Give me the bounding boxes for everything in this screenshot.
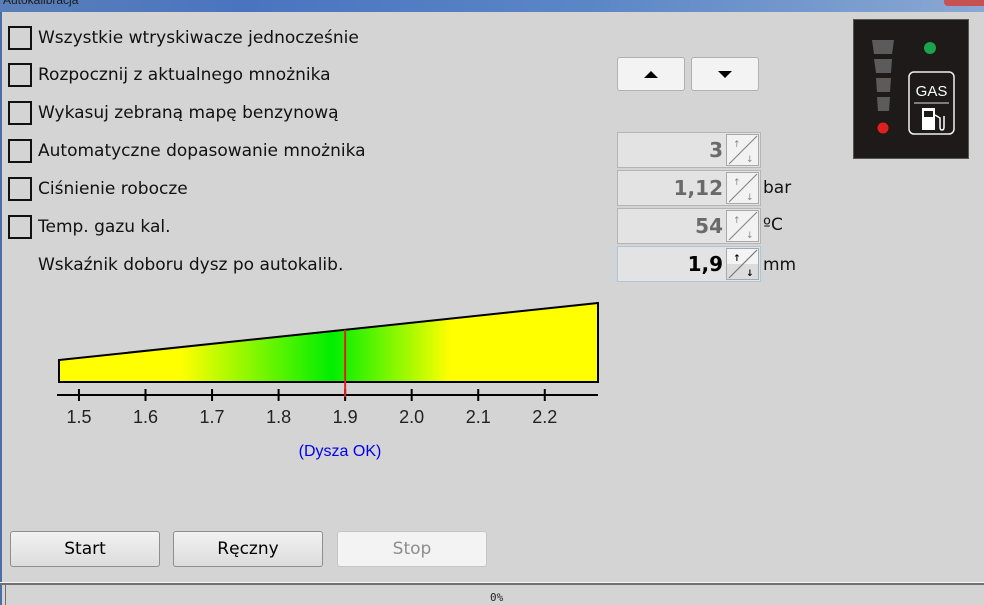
pressure-unit: bar (763, 178, 792, 198)
nozzle-value: 1,9 (687, 252, 723, 276)
gauge-wedge (58, 301, 599, 383)
stop-button[interactable]: Stop (337, 531, 487, 567)
manual-button[interactable]: Ręczny (173, 531, 323, 567)
gas-temp-unit: ºC (763, 215, 783, 235)
svg-text:↓: ↓ (746, 269, 754, 279)
multiplier-value: 3 (709, 138, 723, 162)
spin-arrows-icon: ↑ ↓ (728, 249, 758, 279)
pressure-value: 1,12 (673, 176, 723, 200)
spin-arrows-icon: ↑ ↓ (728, 211, 758, 241)
x-tick-label: 1.6 (133, 407, 158, 427)
level-segment (872, 40, 894, 54)
progress-label: 0% (490, 591, 504, 604)
level-segment (874, 59, 892, 73)
gas-temp-value: 54 (695, 214, 723, 238)
multiplier-spinner[interactable]: 3 ↑ ↓ (617, 132, 761, 168)
nozzle-spinner[interactable]: 1,9 ↑ ↓ (617, 246, 761, 282)
gas-temp-spinner[interactable]: 54 ↑ ↓ (617, 208, 761, 244)
x-tick-label: 2.0 (399, 407, 424, 427)
level-segment (876, 78, 891, 92)
pressure-spinner[interactable]: 1,12 ↑ ↓ (617, 170, 761, 206)
svg-text:↑: ↑ (733, 216, 741, 226)
level-segment (877, 97, 890, 111)
spinner-buttons[interactable]: ↑ ↓ (726, 248, 759, 280)
svg-text:↑: ↑ (733, 254, 741, 264)
svg-text:↑: ↑ (733, 178, 741, 188)
gas-panel-graphic: GAS (872, 40, 955, 135)
gas-label: GAS (916, 83, 948, 100)
spinner-buttons[interactable]: ↑ ↓ (726, 172, 759, 204)
status-led-icon (924, 42, 936, 54)
triangle-down-icon (718, 70, 732, 78)
close-button[interactable] (944, 0, 984, 6)
fuel-pump-icon (922, 108, 945, 131)
triangle-up-icon (644, 70, 658, 78)
spinner-buttons[interactable]: ↑ ↓ (726, 210, 759, 242)
x-tick-label: 1.5 (66, 407, 91, 427)
down-button[interactable] (691, 57, 759, 91)
spin-arrows-icon: ↑ ↓ (728, 173, 758, 203)
x-tick-label: 2.2 (532, 407, 557, 427)
nozzle-status-text: (Dysza OK) (299, 443, 382, 460)
up-button[interactable] (617, 57, 685, 91)
reserve-led-icon (877, 122, 889, 134)
spinner-buttons[interactable]: ↑ ↓ (726, 134, 759, 166)
x-tick-label: 2.1 (466, 407, 491, 427)
spin-arrows-icon: ↑ ↓ (728, 135, 758, 165)
svg-text:↓: ↓ (746, 155, 754, 165)
gas-indicator-panel: GAS (853, 19, 969, 159)
start-button[interactable]: Start (10, 531, 160, 567)
svg-text:↑: ↑ (733, 140, 741, 150)
x-tick-label: 1.9 (333, 407, 358, 427)
svg-text:↓: ↓ (746, 231, 754, 241)
progress-bar: 0% (5, 585, 984, 605)
nozzle-gauge-chart: 1.5 1.6 1.7 1.8 1.9 2.0 2.1 2.2 (Dysza OK) (57, 301, 599, 460)
nozzle-unit: mm (763, 255, 797, 275)
x-tick-label: 1.7 (200, 407, 225, 427)
svg-text:↓: ↓ (746, 193, 754, 203)
x-tick-label: 1.8 (266, 407, 291, 427)
